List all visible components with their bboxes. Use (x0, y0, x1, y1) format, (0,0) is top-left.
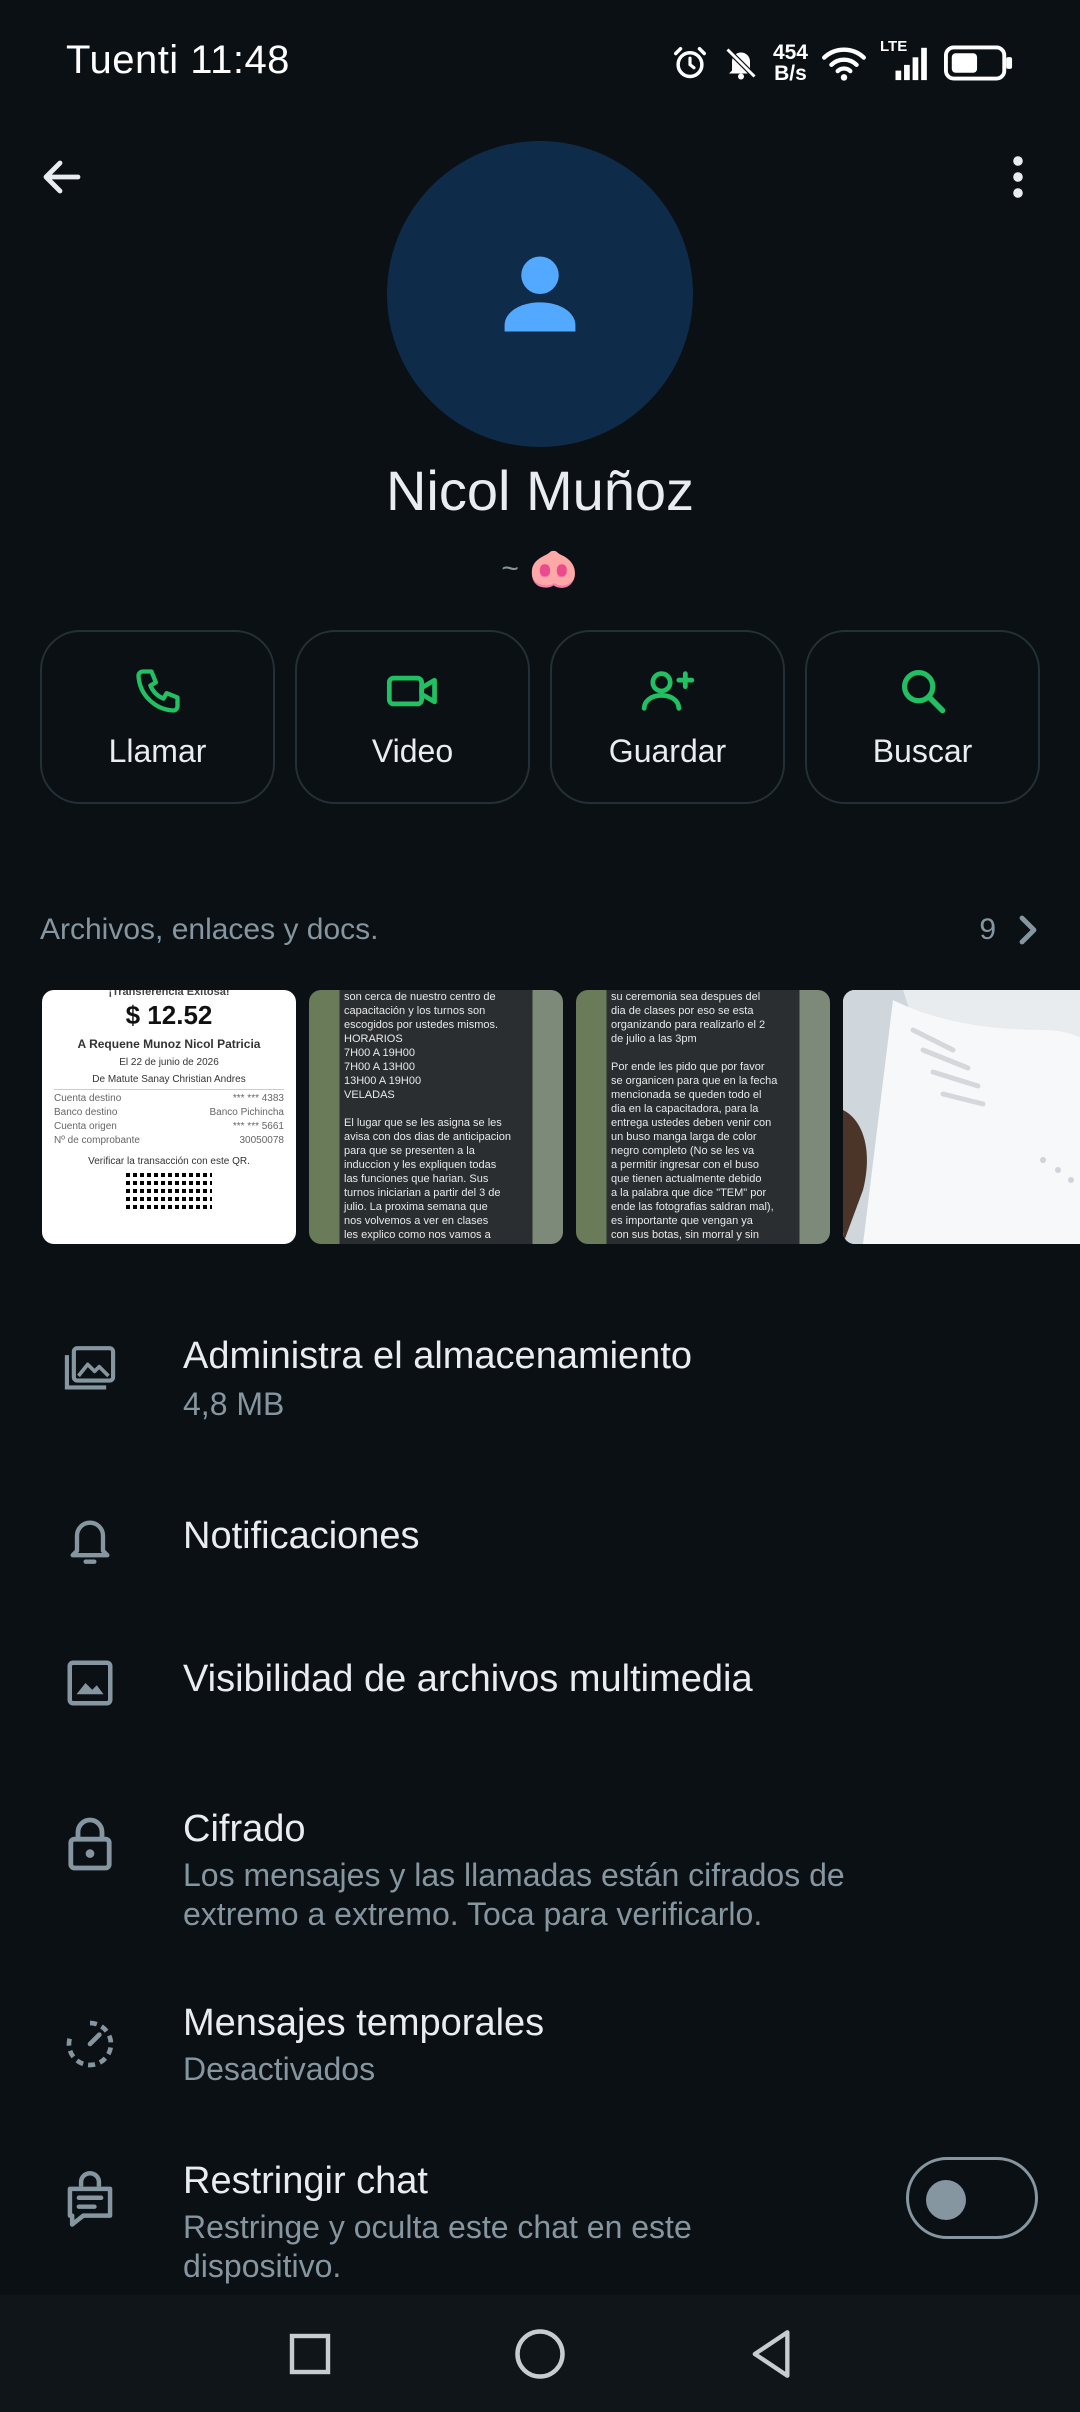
manage-storage-subtitle: 4,8 MB (183, 1386, 285, 1422)
add-person-icon (641, 670, 694, 711)
pig-nose-emoji: 🐽 (528, 547, 579, 591)
lock-icon (58, 1812, 122, 1876)
media-strip: ¡Transferencia Exitosa! $ 12.52 A Requen… (42, 990, 1080, 1244)
video-button[interactable]: Video (295, 630, 530, 804)
notifications-item[interactable]: Notificaciones (0, 1490, 1080, 1590)
net-speed-value: 454 (772, 41, 808, 64)
avatar[interactable] (387, 141, 693, 447)
status-icons: 454 B/s LTE (671, 38, 1014, 88)
restrict-chat-title: Restringir chat (183, 2160, 428, 2202)
encryption-subtitle: Los mensajes y las llamadas están cifrad… (183, 1857, 845, 1932)
storage-icon (58, 1337, 122, 1401)
about-text: ~ (501, 551, 519, 585)
more-vert-icon (1013, 156, 1023, 198)
receipt-row: Cuenta destino *** *** 4383 (54, 1093, 284, 1104)
manage-storage-item[interactable]: Administra el almacenamiento 4,8 MB (0, 1315, 1080, 1435)
cell-signal-icon: LTE (880, 38, 930, 82)
call-button[interactable]: Llamar (40, 630, 275, 804)
receipt-key: Banco destino (54, 1107, 118, 1118)
disappearing-messages-item[interactable]: Mensajes temporales Desactivados (0, 1990, 1080, 2110)
net-speed: 454 B/s (773, 42, 808, 84)
message-text-1: son cerca de nuestro centro de capacitac… (344, 991, 511, 1244)
phone-icon (135, 668, 180, 713)
chevron-right-icon (1019, 915, 1037, 945)
receipt-row: Nº de comprobante 30050078 (54, 1135, 284, 1146)
arrow-left-icon (43, 160, 81, 194)
timer-icon (58, 2012, 122, 2076)
notifications-title: Notificaciones (183, 1515, 420, 1557)
battery-icon (944, 45, 1014, 81)
image-icon (58, 1651, 122, 1715)
action-buttons: Llamar Video Guardar Buscar (40, 630, 1040, 804)
disappearing-messages-subtitle: Desactivados (183, 2051, 376, 2087)
manage-storage-title: Administra el almacenamiento (183, 1335, 693, 1377)
person-icon (504, 256, 576, 332)
call-label: Llamar (108, 732, 207, 769)
chat-lock-icon (58, 2168, 122, 2232)
media-thumb-receipt[interactable]: ¡Transferencia Exitosa! $ 12.52 A Requen… (42, 990, 296, 1244)
receipt-amount: $ 12.52 (125, 1000, 213, 1030)
bell-off-icon (723, 45, 759, 81)
restrict-chat-toggle[interactable] (906, 2157, 1038, 2239)
media-visibility-item[interactable]: Visibilidad de archivos multimedia (0, 1633, 1080, 1733)
receipt-verify: Verificar la transacción con este QR. (88, 1156, 250, 1167)
receipt-date: El 22 de junio de 2026 (119, 1057, 219, 1068)
receipt-key: Nº de comprobante (54, 1135, 140, 1146)
network-type: LTE (880, 38, 908, 55)
media-thumb-message-2[interactable]: su ceremonia sea despues del dia de clas… (576, 990, 830, 1244)
more-options-button[interactable] (986, 145, 1050, 209)
media-visibility-title: Visibilidad de archivos multimedia (183, 1658, 753, 1700)
alarm-icon (671, 44, 709, 82)
home-button[interactable] (510, 2324, 570, 2384)
recents-button[interactable] (280, 2324, 340, 2384)
receipt-val: *** *** 4383 (232, 1093, 284, 1104)
encryption-item[interactable]: Cifrado Los mensajes y las llamadas está… (0, 1790, 1080, 1950)
receipt-to: A Requene Munoz Nicol Patricia (77, 1037, 261, 1051)
media-thumb-sneaker[interactable] (843, 990, 1080, 1244)
receipt-key: Cuenta destino (54, 1093, 122, 1104)
media-title: Archivos, enlaces y docs. (40, 913, 379, 946)
status-time: Tuenti 11:48 (66, 38, 290, 82)
bell-icon (58, 1508, 122, 1572)
video-icon (386, 675, 437, 706)
contact-name: Nicol Muñoz (385, 459, 695, 522)
receipt-row: Cuenta origen *** *** 5661 (54, 1121, 284, 1132)
search-button[interactable]: Buscar (805, 630, 1040, 804)
receipt-heading: ¡Transferencia Exitosa! (108, 990, 230, 998)
qr-code-icon (126, 1173, 212, 1209)
media-count: 9 (979, 913, 996, 946)
receipt-key: Cuenta origen (54, 1121, 117, 1132)
message-text-2: su ceremonia sea despues del dia de clas… (611, 991, 778, 1244)
search-icon (901, 669, 945, 713)
square-icon (289, 2333, 331, 2374)
save-label: Guardar (608, 732, 727, 769)
media-thumb-message-1[interactable]: son cerca de nuestro centro de capacitac… (309, 990, 563, 1244)
receipt-val: Banco Pichincha (209, 1107, 285, 1118)
receipt-row: Banco destino Banco Pichincha (54, 1107, 284, 1118)
status-bar: Tuenti 11:48 454 B/s LTE (0, 0, 1080, 125)
triangle-back-icon (752, 2329, 790, 2378)
toggle-knob (926, 2180, 966, 2220)
restrict-chat-subtitle: Restringe y oculta este chat en este dis… (183, 2209, 692, 2284)
media-links-docs-row[interactable]: Archivos, enlaces y docs. 9 (40, 905, 1040, 955)
contact-about: ~ 🐽 (0, 545, 1080, 592)
receipt-from: De Matute Sanay Christian Andres (54, 1074, 284, 1090)
net-speed-unit: B/s (774, 62, 807, 85)
receipt-val: *** *** 5661 (232, 1121, 284, 1132)
receipt-val: 30050078 (239, 1135, 285, 1146)
media-count-group: 9 (979, 913, 1040, 947)
search-label: Buscar (872, 732, 973, 769)
wifi-icon (822, 45, 866, 81)
disappearing-messages-title: Mensajes temporales (183, 2002, 545, 2044)
sneaker-photo (843, 990, 1080, 1244)
circle-icon (515, 2328, 565, 2379)
save-contact-button[interactable]: Guardar (550, 630, 785, 804)
video-label: Video (371, 732, 454, 769)
encryption-title: Cifrado (183, 1808, 306, 1850)
back-button[interactable] (30, 145, 94, 209)
system-nav-bar (0, 2295, 1080, 2412)
nav-back-button[interactable] (740, 2324, 800, 2384)
